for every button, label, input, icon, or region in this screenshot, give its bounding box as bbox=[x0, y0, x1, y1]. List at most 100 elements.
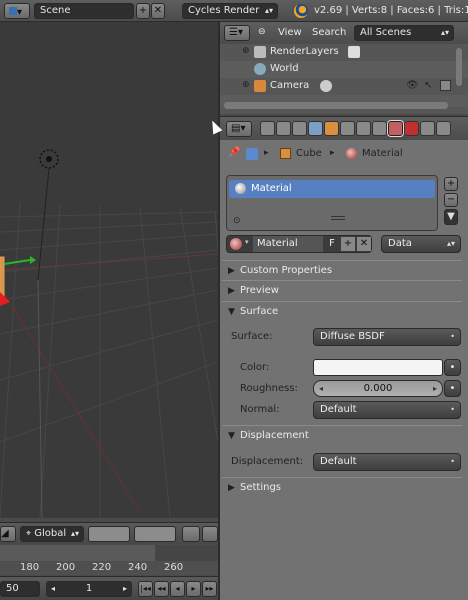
camera-data-icon[interactable] bbox=[320, 80, 332, 92]
outliner-scrollbar[interactable] bbox=[456, 48, 462, 86]
layer-buttons-a[interactable] bbox=[88, 526, 130, 542]
layer-buttons-b[interactable] bbox=[134, 526, 176, 542]
expanded-triangle-icon: ▼ bbox=[228, 307, 235, 317]
layer-lock-button[interactable] bbox=[182, 526, 200, 542]
expand-icon[interactable]: ⊕ bbox=[242, 80, 250, 90]
roughness-link-button[interactable]: • bbox=[444, 380, 461, 397]
link-label: Data bbox=[388, 238, 412, 249]
panel-custom-properties[interactable]: ▶ Custom Properties bbox=[222, 260, 462, 280]
render-camera-icon[interactable] bbox=[440, 80, 451, 91]
gizmo-y-arrow[interactable] bbox=[30, 256, 36, 264]
panel-surface[interactable]: ▼ Surface bbox=[222, 301, 462, 321]
normal-select[interactable]: Default • bbox=[313, 401, 461, 419]
play-reverse-button[interactable]: ◂ bbox=[170, 581, 185, 597]
material-slot-selected[interactable]: Material bbox=[229, 180, 435, 198]
playback-controls: |◂◂ ◂◂ ◂ ▸ ▸▸ bbox=[138, 581, 218, 597]
roughness-slider[interactable]: ◂ 0.000 ▸ bbox=[313, 380, 443, 397]
texture-tab-icon[interactable] bbox=[404, 121, 419, 136]
roughness-value: 0.000 bbox=[363, 383, 393, 394]
cube-icon bbox=[280, 148, 291, 159]
color-link-button[interactable]: • bbox=[444, 359, 461, 376]
render-toggle-icon[interactable] bbox=[348, 46, 360, 58]
add-material-slot-button[interactable]: + bbox=[444, 177, 458, 191]
material-datablock[interactable]: ▾ Material F + ✕ bbox=[226, 235, 372, 253]
gizmo-y-axis[interactable] bbox=[3, 259, 31, 265]
constraints-tab-icon[interactable] bbox=[340, 121, 355, 136]
data-tab-icon[interactable] bbox=[372, 121, 387, 136]
panel-displacement[interactable]: ▼ Displacement bbox=[222, 425, 462, 445]
pin-icon[interactable]: 📌 bbox=[228, 147, 240, 158]
visibility-eye-icon[interactable]: 👁 bbox=[406, 80, 419, 91]
play-icon: ▸ bbox=[191, 584, 196, 593]
plus-icon: + bbox=[343, 238, 353, 249]
surface-shader-value: Diffuse BSDF bbox=[320, 331, 385, 342]
remove-material-slot-button[interactable]: − bbox=[444, 193, 458, 207]
timeline-ruler[interactable]: 180 200 220 240 260 bbox=[0, 545, 218, 575]
fake-user-button[interactable]: F bbox=[325, 237, 339, 251]
expand-icon[interactable]: ⊕ bbox=[242, 46, 250, 56]
display-mode-select[interactable]: All Scenes ▴▾ bbox=[354, 25, 454, 41]
tick-label: 180 bbox=[20, 562, 40, 573]
particles-tab-icon[interactable] bbox=[420, 121, 435, 136]
material-tab-icon[interactable] bbox=[388, 121, 403, 136]
pivot-menu[interactable]: ◢ bbox=[0, 526, 16, 542]
material-specials-button[interactable]: ▼ bbox=[444, 209, 458, 225]
increment-icon[interactable]: ▸ bbox=[433, 381, 437, 396]
panel-settings[interactable]: ▶ Settings bbox=[222, 477, 462, 497]
panel-preview[interactable]: ▶ Preview bbox=[222, 280, 462, 300]
camera-icon bbox=[254, 80, 266, 92]
physics-tab-icon[interactable] bbox=[436, 121, 451, 136]
object-tab-icon[interactable] bbox=[324, 121, 339, 136]
select-cursor-icon[interactable]: ↖ bbox=[424, 80, 432, 91]
start-frame-field[interactable]: 50 bbox=[0, 581, 40, 597]
unlink-material-button[interactable]: ✕ bbox=[357, 237, 371, 251]
link-select[interactable]: Data ▴▾ bbox=[381, 235, 461, 253]
world-tab-icon[interactable] bbox=[308, 121, 323, 136]
jump-start-button[interactable]: |◂◂ bbox=[138, 581, 153, 597]
render-engine-select[interactable]: Cycles Render ▴▾ bbox=[182, 3, 278, 19]
material-name-field[interactable]: Material bbox=[253, 236, 323, 252]
render-preview-button[interactable] bbox=[202, 526, 218, 542]
outliner-editor-type[interactable]: ☰▾ bbox=[224, 25, 250, 41]
world-icon bbox=[254, 63, 266, 75]
layout-icon bbox=[9, 7, 17, 15]
scene-tab-icon[interactable] bbox=[292, 121, 307, 136]
play-button[interactable]: ▸ bbox=[186, 581, 201, 597]
render-layers-tab-icon[interactable] bbox=[276, 121, 291, 136]
list-resize-handle[interactable] bbox=[331, 216, 345, 220]
lamp-line bbox=[37, 167, 50, 281]
add-scene-button[interactable]: + bbox=[136, 3, 150, 19]
prev-keyframe-button[interactable]: ◂◂ bbox=[154, 581, 169, 597]
renderlayers-icon bbox=[254, 46, 266, 58]
outliner-item-renderlayers[interactable]: ⊕ RenderLayers bbox=[220, 44, 468, 61]
collapse-icon[interactable]: ⊖ bbox=[258, 27, 266, 37]
modifiers-tab-icon[interactable] bbox=[356, 121, 371, 136]
list-options-icon[interactable]: ⊙ bbox=[233, 216, 241, 226]
next-keyframe-button[interactable]: ▸▸ bbox=[202, 581, 217, 597]
close-icon: ✕ bbox=[359, 238, 369, 249]
surface-shader-select[interactable]: Diffuse BSDF • bbox=[313, 328, 461, 346]
menu-view[interactable]: View bbox=[278, 27, 302, 38]
scene-selector[interactable]: Scene bbox=[34, 3, 134, 19]
panel-title: Settings bbox=[240, 482, 282, 493]
properties-editor-type[interactable]: ▤▾ bbox=[226, 121, 252, 137]
color-swatch[interactable] bbox=[313, 359, 443, 376]
current-frame-field[interactable]: ◂ 1 ▸ bbox=[46, 581, 132, 597]
timeline-tick-strip: 180 200 220 240 260 bbox=[0, 561, 218, 575]
new-material-button[interactable]: + bbox=[341, 237, 355, 251]
outliner-tree: ⊕ RenderLayers World ⊕ Camera 👁 ↖ bbox=[220, 44, 468, 114]
3d-viewport[interactable] bbox=[0, 22, 218, 518]
decrement-icon[interactable]: ◂ bbox=[319, 381, 323, 396]
orientation-select[interactable]: ⌖ Global ▴▾ bbox=[20, 526, 84, 542]
scene-stats: v2.69 | Verts:8 | Faces:6 | Tris:12 | bbox=[314, 5, 468, 16]
outliner-item-world[interactable]: World bbox=[220, 61, 468, 78]
displacement-select[interactable]: Default • bbox=[313, 453, 461, 471]
render-tab-icon[interactable] bbox=[260, 121, 275, 136]
material-browse-icon[interactable] bbox=[230, 238, 242, 250]
remove-scene-button[interactable]: ✕ bbox=[151, 3, 165, 19]
collapsed-triangle-icon: ▶ bbox=[228, 286, 235, 296]
screen-layout-menu[interactable]: ▾ bbox=[4, 3, 30, 19]
outliner-item-camera[interactable]: ⊕ Camera 👁 ↖ bbox=[220, 78, 468, 95]
menu-search[interactable]: Search bbox=[312, 27, 346, 38]
outliner-hscrollbar[interactable] bbox=[224, 102, 448, 109]
